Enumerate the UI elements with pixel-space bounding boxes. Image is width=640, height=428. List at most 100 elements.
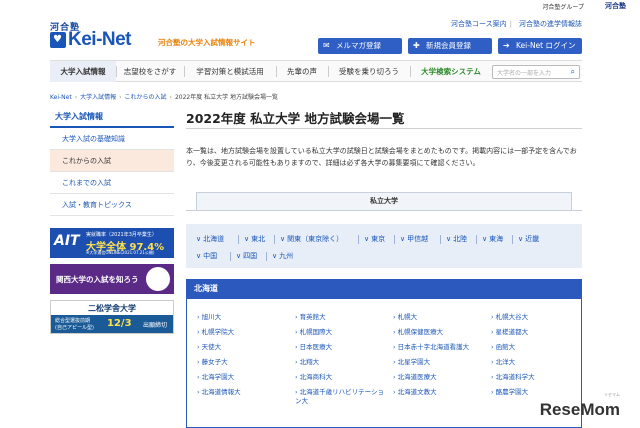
tab-label: 私立大学 xyxy=(370,197,398,205)
nav-item-search-system[interactable]: 大学検索システム xyxy=(412,61,490,82)
university-list: › 旭川大 › 育英館大 › 札幌大 › 札幌大谷大 › 札幌学院大 › 札幌国際大 › 札幌… xyxy=(186,299,582,428)
region-filter: ∨ 北海道 ∨ 東北 ∨ 関東（東京除く） ∨ 東京 ∨ 甲信越 ∨ 北陸 ∨ 東海 ∨ 近畿 … xyxy=(186,224,582,268)
nisho-banner[interactable]: 二松学舎大学 総合型選抜前期 (自己アピール型) 12/3 出願締切 xyxy=(50,300,174,334)
site-header: 河合塾 ♥ Kei-Net 河合塾の大学入試情報サイト 河合塾コース案内 | 河合塾… xyxy=(0,12,640,60)
nisho-banner-date: 12/3 xyxy=(107,318,132,329)
sidebar-item-past[interactable]: これまでの入試 xyxy=(50,172,174,194)
university-link[interactable]: › 函館大 xyxy=(491,343,515,352)
region-link-tokyo[interactable]: ∨ 東京 xyxy=(364,234,385,244)
region-link-kyushu[interactable]: ∨ 九州 xyxy=(272,251,293,261)
register-button[interactable]: ✚ 新規会員登録 xyxy=(408,38,492,54)
university-link[interactable]: › 北海商科大 xyxy=(295,373,332,382)
nisho-banner-deadline: 出願締切 xyxy=(143,322,168,329)
kansai-seal-icon xyxy=(146,267,170,291)
nav-item-find-school[interactable]: 志望校をさがす xyxy=(116,61,184,82)
main-nav: 大学入試情報 志望校をさがす 学習対策と模試活用 先輩の声 受験を乗り切ろう 大… xyxy=(50,60,582,82)
university-link[interactable]: › 天使大 xyxy=(197,343,221,352)
university-link[interactable]: › 北星学園大 xyxy=(393,358,430,367)
region-link-tokai[interactable]: ∨ 東海 xyxy=(482,234,503,244)
university-link[interactable]: › 日本赤十字北海道看護大 xyxy=(393,343,469,352)
university-link[interactable]: › 育英館大 xyxy=(295,313,326,322)
search-placeholder: 大学名の一部を入力 xyxy=(497,70,552,77)
university-link[interactable]: › 札幌学院大 xyxy=(197,328,234,337)
group-label[interactable]: 河合塾グループ xyxy=(542,2,584,11)
university-link[interactable]: › 札幌大谷大 xyxy=(491,313,528,322)
sidebar-item-basics[interactable]: 大学入試の基礎知識 xyxy=(50,128,174,150)
top-utility-bar: 河合塾グループ 河合塾 xyxy=(0,0,640,12)
university-link[interactable]: › 北海道医療大 xyxy=(393,373,437,382)
watermark-small: リセマム xyxy=(604,392,620,397)
ait-banner[interactable]: AIT 実就職率（2021年3月卒業生） 大学全体 97.4% ※大学通信ONL… xyxy=(50,228,174,258)
ait-banner-line1: 実就職率（2021年3月卒業生） xyxy=(86,232,157,238)
title-divider xyxy=(186,128,582,129)
intro-text: 本一覧は、地方試験会場を設置している私立大学の試験日と試験会場をまとめたものです… xyxy=(186,147,577,167)
university-link[interactable]: › 旭川大 xyxy=(197,313,221,322)
university-link[interactable]: › 藤女子大 xyxy=(197,358,228,367)
header-link-magazine[interactable]: 河合塾の進学情報誌 xyxy=(519,20,582,28)
university-link[interactable]: › 北海学園大 xyxy=(197,373,234,382)
nav-divider xyxy=(410,66,411,77)
nav-item-exam-support[interactable]: 受験を乗り切ろう xyxy=(328,61,410,82)
register-label: 新規会員登録 xyxy=(426,41,471,50)
university-search-input[interactable]: 大学名の一部を入力 ⌕ xyxy=(492,65,580,79)
site-tagline: 河合塾の大学入試情報サイト xyxy=(158,38,256,47)
university-link[interactable]: › 北洋大 xyxy=(491,358,515,367)
breadcrumb: Kei-Net › 大学入試情報 › これからの入試 › 2022年度 私立大学 地方試験会… xyxy=(50,94,279,101)
tab-underline xyxy=(186,210,582,211)
breadcrumb-home[interactable]: Kei-Net xyxy=(50,94,72,101)
ait-logo: AIT xyxy=(54,233,80,249)
nisho-banner-title: 二松学舎大学 xyxy=(88,304,136,313)
region-link-tohoku[interactable]: ∨ 東北 xyxy=(244,234,265,244)
region-link-hokkaido[interactable]: ∨ 北海道 xyxy=(196,234,224,244)
kansai-banner[interactable]: 関西大学の入試を知ろう xyxy=(50,264,174,294)
tab-private-university[interactable]: 私立大学 xyxy=(196,192,572,210)
mail-icon: ✉ xyxy=(323,41,330,50)
kansai-banner-text: 関西大学の入試を知ろう xyxy=(56,275,139,284)
ait-banner-note: ※大学通信ONLINE(2021.07.21公開) xyxy=(86,250,155,255)
region-link-hokuriku[interactable]: ∨ 北陸 xyxy=(446,234,467,244)
nisho-banner-sub: 総合型選抜前期 (自己アピール型) 12/3 出願締切 xyxy=(51,315,173,333)
user-add-icon: ✚ xyxy=(413,41,420,50)
university-link[interactable]: › 北海道科学大 xyxy=(491,373,535,382)
university-link[interactable]: › 北海道情報大 xyxy=(197,388,241,397)
region-link-chugoku[interactable]: ∨ 中国 xyxy=(196,251,217,261)
region-link-shikoku[interactable]: ∨ 四国 xyxy=(236,251,257,261)
sidebar-item-topics[interactable]: 入試・教育トピックス xyxy=(50,194,174,216)
search-icon[interactable]: ⌕ xyxy=(571,67,575,77)
nav-item-admission-info[interactable]: 大学入試情報 xyxy=(50,61,116,82)
header-links: 河合塾コース案内 | 河合塾の進学情報誌 xyxy=(450,20,582,28)
kei-net-logo[interactable]: Kei-Net xyxy=(68,29,132,51)
resemom-watermark: ReseMom xyxy=(539,400,620,419)
mail-magazine-button[interactable]: ✉ メルマガ登録 xyxy=(318,38,402,54)
university-link[interactable]: › 北翔大 xyxy=(295,358,319,367)
nisho-banner-line2: (自己アピール型) xyxy=(55,325,94,331)
university-link[interactable]: › 札幌国際大 xyxy=(295,328,332,337)
prefecture-heading: 北海道 xyxy=(186,279,582,299)
university-link[interactable]: › 日本医療大 xyxy=(295,343,332,352)
login-label: Kei-Net ログイン xyxy=(516,41,576,50)
region-link-kanto[interactable]: ∨ 関東（東京除く） xyxy=(280,234,343,244)
region-link-koshinetsu[interactable]: ∨ 甲信越 xyxy=(400,234,428,244)
university-link[interactable]: › 札幌保健医療大 xyxy=(393,328,443,337)
page-title: 2022年度 私立大学 地方試験会場一覧 xyxy=(186,111,405,126)
mail-magazine-label: メルマガ登録 xyxy=(336,41,381,50)
kei-net-logo-icon[interactable]: ♥ xyxy=(50,32,66,48)
university-link[interactable]: › 星槎道都大 xyxy=(491,328,528,337)
university-link[interactable]: › 北海道千歳リハビリテーション大 xyxy=(295,388,385,406)
group-logo[interactable]: 河合塾 xyxy=(605,1,626,11)
nisho-banner-line1: 総合型選抜前期 xyxy=(55,318,91,324)
university-link[interactable]: › 酪農学園大 xyxy=(491,388,528,397)
breadcrumb-upcoming[interactable]: これからの入試 xyxy=(125,94,167,101)
breadcrumb-admission[interactable]: 大学入試情報 xyxy=(80,94,116,101)
sidebar-item-upcoming[interactable]: これからの入試 xyxy=(50,150,174,172)
nav-item-study-exam[interactable]: 学習対策と模試活用 xyxy=(184,61,276,82)
sidebar: 大学入試情報 大学入試の基礎知識 これからの入試 これまでの入試 入試・教育トピ… xyxy=(50,106,174,216)
login-icon: ➔ xyxy=(503,41,510,50)
university-link[interactable]: › 北海道文教大 xyxy=(393,388,437,397)
nav-item-senior-voice[interactable]: 先輩の声 xyxy=(276,61,328,82)
sidebar-title[interactable]: 大学入試情報 xyxy=(50,106,174,128)
login-button[interactable]: ➔ Kei-Net ログイン xyxy=(498,38,582,54)
header-link-course[interactable]: 河合塾コース案内 xyxy=(451,20,507,28)
region-link-kinki[interactable]: ∨ 近畿 xyxy=(518,234,539,244)
university-link[interactable]: › 札幌大 xyxy=(393,313,417,322)
